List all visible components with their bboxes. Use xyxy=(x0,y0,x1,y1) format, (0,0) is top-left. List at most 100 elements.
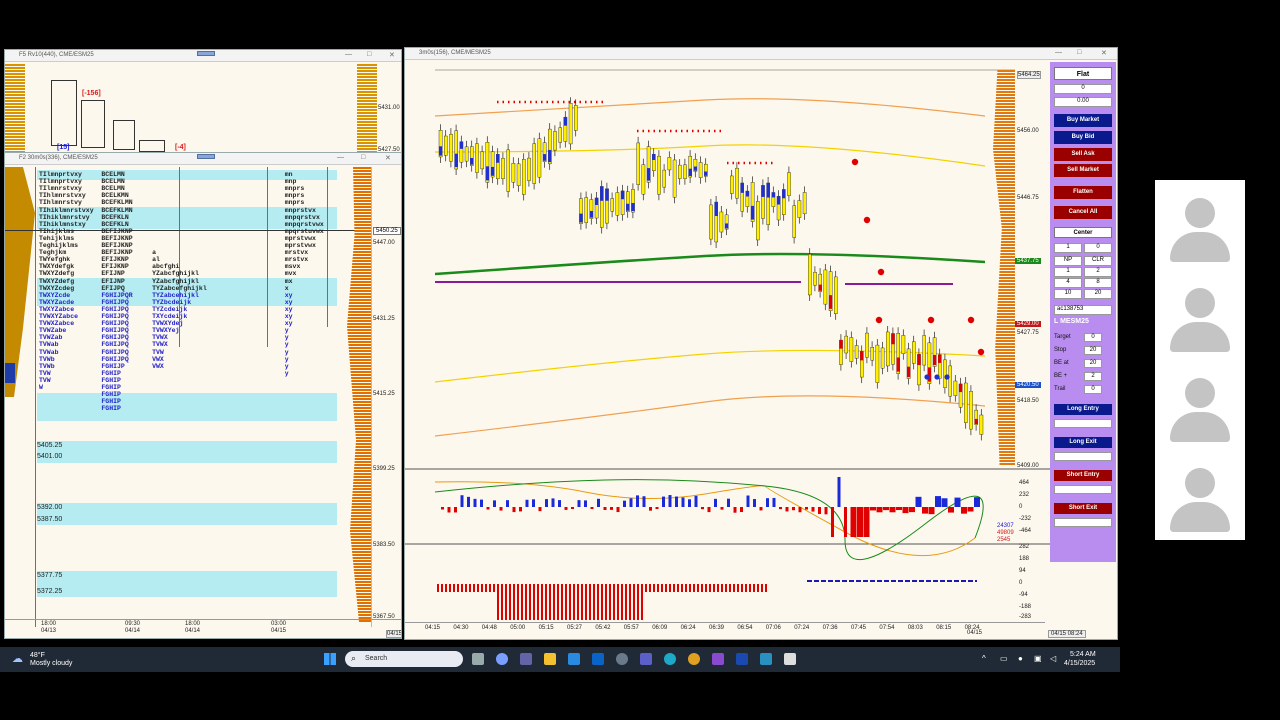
short-entry-select[interactable] xyxy=(1054,485,1112,494)
qty-grid-1[interactable]: 1 xyxy=(1054,267,1082,277)
main-price: 5456.00 xyxy=(1017,128,1039,134)
minimize-icon[interactable]: — xyxy=(337,154,344,161)
osc1-bar xyxy=(948,507,954,513)
osc2-bar xyxy=(689,584,691,592)
long-entry-select[interactable] xyxy=(1054,419,1112,428)
candle-body xyxy=(969,391,973,430)
osc1-bar xyxy=(824,507,828,515)
buy-market-button[interactable]: Buy Market xyxy=(1054,114,1112,127)
candle-segment xyxy=(595,197,599,205)
display-icon[interactable]: ▣ xyxy=(1034,654,1042,663)
close-icon[interactable]: ✕ xyxy=(1101,49,1107,57)
close-icon[interactable]: ✕ xyxy=(389,51,395,59)
teams-icon[interactable] xyxy=(640,653,652,665)
short-exit-select[interactable] xyxy=(1054,518,1112,527)
remote-icon[interactable] xyxy=(760,653,772,665)
long-exit-select[interactable] xyxy=(1054,452,1112,461)
osc1-bar xyxy=(506,500,509,507)
outlook-icon[interactable] xyxy=(592,653,604,665)
qty-grid-20[interactable]: 20 xyxy=(1084,289,1112,299)
candle-body xyxy=(527,157,531,181)
qty-grid-10[interactable]: 10 xyxy=(1054,289,1082,299)
long-exit-button[interactable]: Long Exit xyxy=(1054,437,1112,448)
candle-segment xyxy=(777,196,781,205)
mic-icon[interactable]: ● xyxy=(1018,654,1023,663)
osc2-bar xyxy=(701,584,703,592)
qty-input[interactable]: 1 xyxy=(1054,243,1082,253)
app-icon[interactable] xyxy=(784,653,796,665)
atm-field-input[interactable]: 2 xyxy=(1084,372,1102,381)
atm-field-input[interactable]: 0 xyxy=(1084,333,1102,342)
main-xaxis-date: 04/15 xyxy=(967,630,983,636)
candle-segment xyxy=(563,117,567,126)
copilot-icon[interactable] xyxy=(496,653,508,665)
volume-icon[interactable]: ◁ xyxy=(1050,654,1056,663)
candle-body xyxy=(787,172,791,196)
candle-body xyxy=(683,164,687,179)
search-box[interactable]: ⌕ Search xyxy=(345,651,463,667)
account-select[interactable]: ac138753 xyxy=(1054,305,1112,315)
candle-segment xyxy=(782,189,786,199)
maximize-icon[interactable]: □ xyxy=(367,51,371,58)
candle-segment xyxy=(485,166,489,181)
network-icon[interactable]: ▭ xyxy=(1000,654,1008,663)
f5-title: F5 Rv10(440), CME/ESM25 xyxy=(19,52,94,58)
clock-time[interactable]: 5:24 AM xyxy=(1070,651,1096,658)
start-icon[interactable] xyxy=(324,653,336,665)
long-entry-button[interactable]: Long Entry xyxy=(1054,404,1112,415)
qty-zero[interactable]: 0 xyxy=(1084,243,1112,253)
platform-icon[interactable] xyxy=(736,653,748,665)
qty-grid-8[interactable]: 8 xyxy=(1084,278,1112,288)
qty-grid-np[interactable]: NP xyxy=(1054,256,1082,266)
osc1-bar xyxy=(538,507,542,512)
minimize-icon[interactable]: — xyxy=(345,51,352,58)
osc2-bar xyxy=(473,584,475,592)
minimize-icon[interactable]: — xyxy=(1055,49,1062,56)
maximize-icon[interactable]: □ xyxy=(361,154,365,161)
price-chart[interactable] xyxy=(405,62,1051,622)
candle-body xyxy=(584,197,589,223)
qty-grid-clr[interactable]: CLR xyxy=(1084,256,1112,266)
chevron-up-icon[interactable]: ^ xyxy=(982,654,986,663)
atm-field-input[interactable]: 20 xyxy=(1084,346,1102,355)
chrome-icon[interactable] xyxy=(688,653,700,665)
task-view-icon[interactable] xyxy=(472,653,484,665)
atm-field-label: BE at xyxy=(1054,360,1069,366)
teams-icon[interactable] xyxy=(520,653,532,665)
sell-market-button[interactable]: Sell Market xyxy=(1054,164,1112,177)
clock-date[interactable]: 4/15/2025 xyxy=(1064,660,1095,667)
osc1-bar xyxy=(512,507,516,513)
flatten-button[interactable]: Flatten xyxy=(1054,186,1112,199)
sell-ask-button[interactable]: Sell Ask xyxy=(1054,148,1112,161)
f5-scroll-handle[interactable] xyxy=(197,51,215,56)
tpo-profile: TIlmnprtvxy BCELMN mn TIlmnprtvxy BCELMN … xyxy=(39,171,335,511)
osc1-bar xyxy=(558,500,561,507)
osc2-bar xyxy=(757,584,759,592)
osc2-bar xyxy=(593,584,595,620)
cancel-all-button[interactable]: Cancel All xyxy=(1054,206,1112,219)
center-button[interactable]: Center xyxy=(1054,227,1112,238)
visual-studio-icon[interactable] xyxy=(712,653,724,665)
candle-body xyxy=(667,157,672,171)
osc1-value: 49809 xyxy=(997,530,1014,536)
maximize-icon[interactable]: □ xyxy=(1077,49,1081,56)
settings-icon[interactable] xyxy=(616,653,628,665)
qty-grid-4[interactable]: 4 xyxy=(1054,278,1082,288)
store-icon[interactable] xyxy=(568,653,580,665)
candle-body xyxy=(756,201,760,241)
osc1-bar xyxy=(766,498,769,507)
file-explorer-icon[interactable] xyxy=(544,653,556,665)
osc2-bar xyxy=(749,584,751,592)
buy-bid-button[interactable]: Buy Bid xyxy=(1054,131,1112,144)
search-label: Search xyxy=(365,655,388,662)
level-label: 5405.25 xyxy=(37,442,63,449)
osc1-bar xyxy=(974,497,980,507)
f2-scroll-handle[interactable] xyxy=(197,154,215,159)
short-exit-button[interactable]: Short Exit xyxy=(1054,503,1112,514)
atm-field-input[interactable]: 20 xyxy=(1084,359,1102,368)
qty-grid-2[interactable]: 2 xyxy=(1084,267,1112,277)
close-icon[interactable]: ✕ xyxy=(385,154,391,162)
atm-field-input[interactable]: 0 xyxy=(1084,385,1102,394)
edge-icon[interactable] xyxy=(664,653,676,665)
short-entry-button[interactable]: Short Entry xyxy=(1054,470,1112,481)
